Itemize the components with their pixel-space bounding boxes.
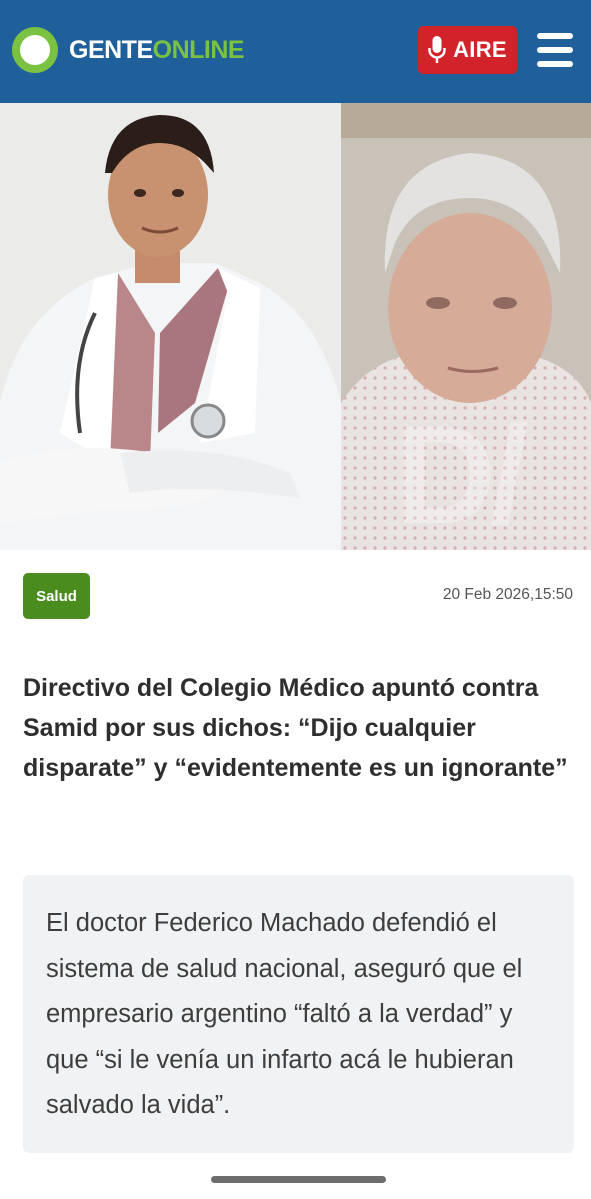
site-header: GENTEONLINE AIRE bbox=[0, 0, 591, 103]
live-radio-button[interactable]: AIRE bbox=[418, 26, 517, 74]
home-indicator[interactable] bbox=[211, 1176, 386, 1183]
logo-text-gente: GENTE bbox=[69, 35, 153, 64]
microphone-icon bbox=[428, 36, 446, 63]
svg-text:/: / bbox=[490, 396, 529, 550]
samid-photo: D / bbox=[341, 103, 591, 550]
hero-photo-composite: D / bbox=[0, 103, 591, 550]
site-logo[interactable]: GENTEONLINE bbox=[12, 27, 245, 73]
menu-bar-line bbox=[537, 47, 573, 53]
menu-bar-line bbox=[537, 61, 573, 67]
doctor-photo bbox=[0, 103, 341, 550]
logo-circle-icon bbox=[12, 27, 58, 73]
live-button-label: AIRE bbox=[453, 37, 507, 62]
logo-text-online: ONLINE bbox=[152, 35, 245, 64]
article-hero-image: D / bbox=[0, 103, 591, 550]
hamburger-menu-icon[interactable] bbox=[537, 31, 575, 69]
svg-text:D: D bbox=[395, 396, 496, 550]
article-summary-box: El doctor Federico Machado defendió el s… bbox=[23, 875, 574, 1153]
menu-bar-line bbox=[537, 33, 573, 39]
publish-date: 20 Feb 2026,15:50 bbox=[442, 586, 573, 603]
article-title: Directivo del Colegio Médico apuntó cont… bbox=[23, 674, 568, 782]
logo-wordmark: GENTEONLINE bbox=[69, 35, 245, 65]
category-badge[interactable]: Salud bbox=[23, 573, 90, 619]
article-summary: El doctor Federico Machado defendió el s… bbox=[46, 909, 523, 1119]
